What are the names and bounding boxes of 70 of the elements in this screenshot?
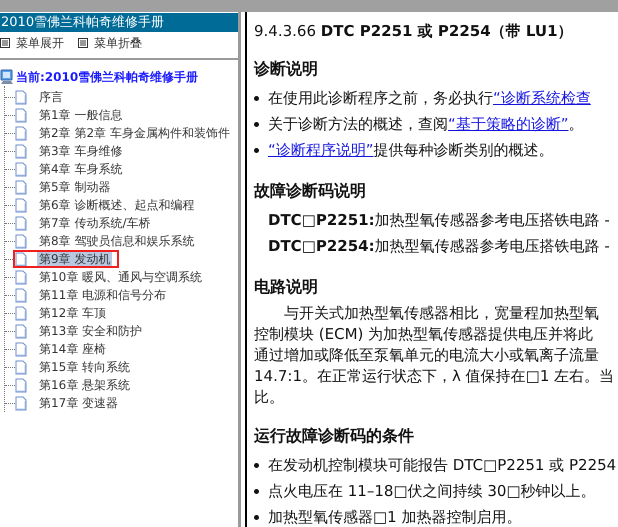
bullet-icon xyxy=(254,122,259,127)
tree-item[interactable]: 第3章 车身维修 xyxy=(37,144,124,158)
bullet-icon xyxy=(254,96,259,101)
page-icon xyxy=(15,162,27,176)
page-icon xyxy=(15,234,27,248)
dtc-description: DTC□P2251:加热型氧传感器参考电压搭铁电路 - xyxy=(267,210,611,231)
link[interactable]: “诊断程序说明” xyxy=(268,141,374,159)
page-icon xyxy=(15,216,27,230)
bullet-icon xyxy=(254,148,259,153)
link[interactable]: “诊断系统检查 xyxy=(493,89,591,107)
list-item-text: 点火电压在 11–18□伏之间持续 30□秒钟以上。 xyxy=(268,481,596,502)
bullet-icon xyxy=(254,489,259,494)
paragraph-line: 通过增加或降低至泵氧单元的电流大小或氧离子流量 xyxy=(254,345,600,366)
tree-item[interactable]: 第12章 车顶 xyxy=(37,306,108,320)
tree-item[interactable]: 第6章 诊断概述、起点和编程 xyxy=(37,198,196,212)
tree-item[interactable]: 第17章 变速器 xyxy=(37,396,120,410)
tree-item[interactable]: 第5章 制动器 xyxy=(37,180,112,194)
page-icon xyxy=(15,108,27,122)
tree-item[interactable]: 第13章 安全和防护 xyxy=(37,324,144,338)
bullet-icon xyxy=(254,515,259,520)
list-item-text: 在发动机控制模块可能报告 DTC□P2251 或 P2254 xyxy=(268,455,616,476)
page-icon xyxy=(15,342,27,356)
list-icon xyxy=(78,38,88,48)
page-icon xyxy=(15,306,27,320)
tree-item[interactable]: 第8章 驾驶员信息和娱乐系统 xyxy=(37,234,196,248)
tree-item[interactable]: 第11章 电源和信号分布 xyxy=(37,288,168,302)
toolbar-button[interactable]: 菜单展开 xyxy=(0,34,64,52)
page-icon xyxy=(15,144,27,158)
tree-item[interactable]: 第16章 悬架系统 xyxy=(37,378,132,392)
paragraph-line: 14.7:1。在正常运行状态下，λ 值保持在□1 左右。当 xyxy=(254,366,616,387)
tree-item[interactable]: 第1章 一般信息 xyxy=(37,108,124,122)
page-icon xyxy=(15,270,27,284)
tree-item[interactable]: 序言 xyxy=(37,90,65,104)
list-item-text: 加热型氧传感器□1 加热器控制启用。 xyxy=(268,507,522,527)
section-heading: 运行故障诊断码的条件 xyxy=(254,426,415,446)
dtc-description: DTC□P2254:加热型氧传感器参考电压搭铁电路 - xyxy=(267,236,611,257)
tree-root[interactable]: 当前:2010雪佛兰科帕奇维修手册 xyxy=(16,68,198,86)
tree-item[interactable]: 第15章 转向系统 xyxy=(37,360,132,374)
page-icon xyxy=(15,324,27,338)
section-heading: 故障诊断码说明 xyxy=(254,181,367,201)
list-icon xyxy=(0,38,10,48)
tree-item[interactable]: 第4章 车身系统 xyxy=(37,162,124,176)
list-item-text: 关于诊断方法的概述，查阅“基于策略的诊断”。 xyxy=(268,114,584,135)
section-heading: 诊断说明 xyxy=(254,59,319,79)
computer-icon xyxy=(0,69,14,85)
page-icon xyxy=(15,126,27,140)
page-icon xyxy=(15,252,27,266)
paragraph-line: 与开关式加热型氧传感器相比，宽量程加热型氧 xyxy=(283,303,600,324)
page-icon xyxy=(15,180,27,194)
page-icon xyxy=(15,198,27,212)
page-icon xyxy=(15,360,27,374)
tree-item[interactable]: 第2章 第2章 车身金属构件和装饰件 xyxy=(37,126,232,140)
list-item-text: 在使用此诊断程序之前，务必执行“诊断系统检查 xyxy=(268,88,591,109)
page-title: 9.4.3.66 DTC P2251 或 P2254（带 LU1） xyxy=(254,21,574,41)
section-heading: 电路说明 xyxy=(254,277,319,297)
list-item-text: “诊断程序说明”提供每种诊断类别的概述。 xyxy=(268,140,554,161)
tree-item[interactable]: 第9章 发动机 xyxy=(37,252,112,266)
page-icon xyxy=(15,288,27,302)
tree-item[interactable]: 第10章 暖风、通风与空调系统 xyxy=(37,270,204,284)
page-icon xyxy=(15,90,27,104)
paragraph-line: 比。 xyxy=(254,387,285,408)
bullet-icon xyxy=(254,463,259,468)
panel-title: 2010雪佛兰科帕奇维修手册 xyxy=(0,13,238,32)
toolbar-button[interactable]: 菜单折叠 xyxy=(78,34,142,52)
tree-item[interactable]: 第14章 座椅 xyxy=(37,342,108,356)
page-icon xyxy=(15,396,27,410)
tree-item[interactable]: 第7章 传动系统/车桥 xyxy=(37,216,152,230)
link[interactable]: “基于策略的诊断” xyxy=(448,115,569,133)
page-icon xyxy=(15,378,27,392)
paragraph-line: 控制模块 (ECM) 为加热型氧传感器提供电压并将此 xyxy=(254,324,594,345)
